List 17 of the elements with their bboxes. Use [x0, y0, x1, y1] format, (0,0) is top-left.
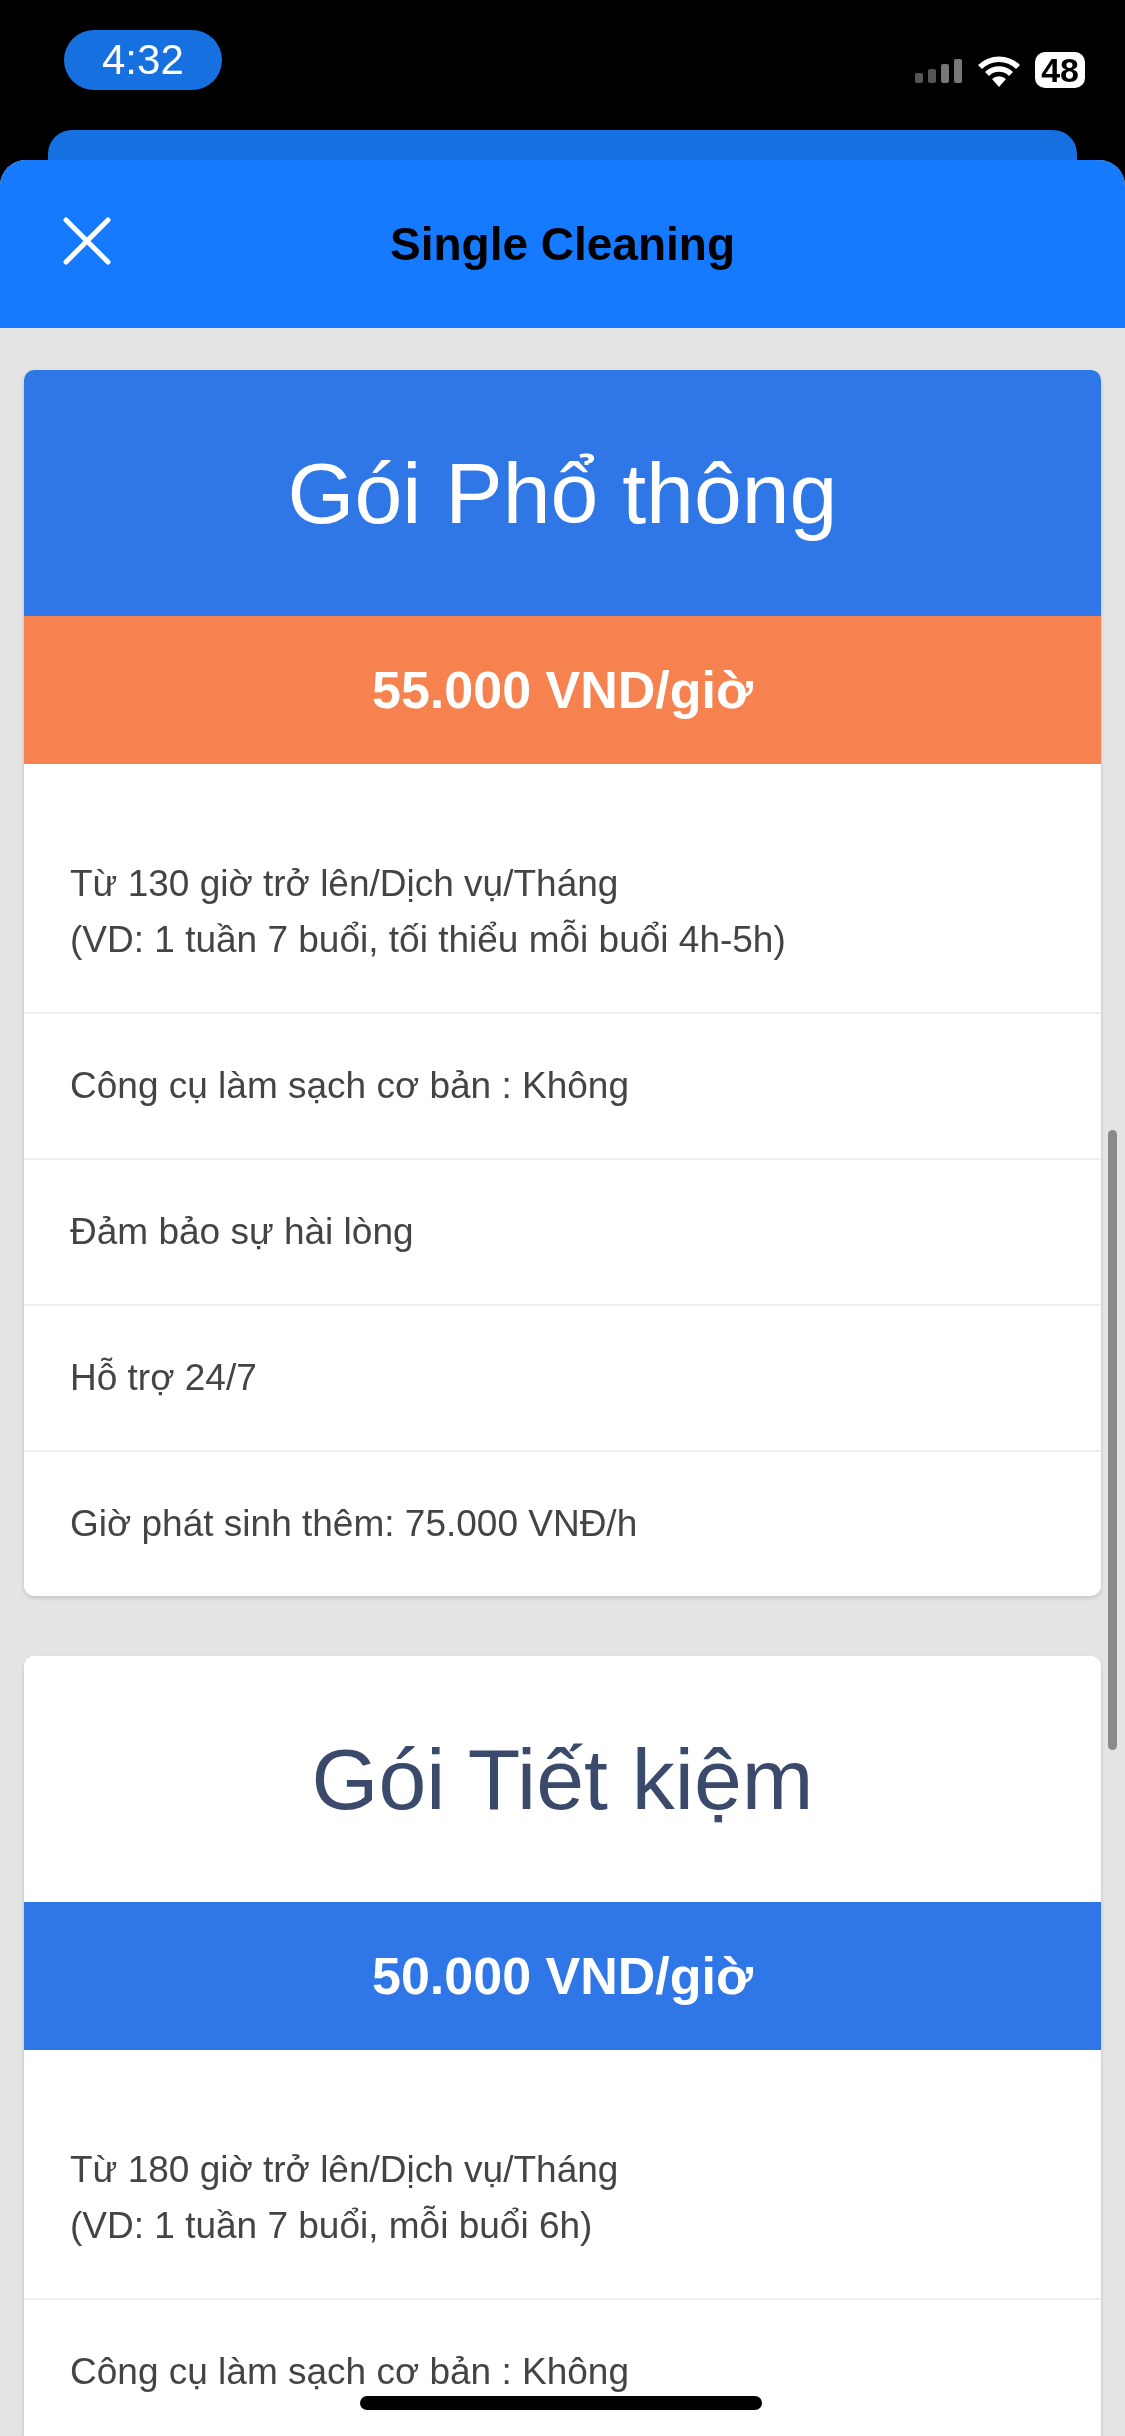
- feature-text: Từ 180 giờ trở lên/Dịch vụ/Tháng (VD: 1 tuần 7 buổi, mỗi buổi 6h): [70, 2148, 620, 2248]
- feature-text: Công cụ làm sạch cơ bản : Không: [70, 1064, 631, 1108]
- signal-icon: [915, 57, 964, 83]
- plan-price: 50.000 VND/giờ: [24, 1902, 1101, 2050]
- screen-title: Single Cleaning: [389, 217, 735, 271]
- plan-price: 55.000 VND/giờ: [24, 616, 1101, 764]
- plan-title: Gói Tiết kiệm: [24, 1656, 1101, 1902]
- feature-text: Công cụ làm sạch cơ bản : Không: [70, 2350, 631, 2394]
- feature-text: Hỗ trợ 24/7: [70, 1356, 258, 1400]
- feature-text: Từ 130 giờ trở lên/Dịch vụ/Tháng (VD: 1 tuần 7 buổi, tối thiểu mỗi buổi 4h-5h): [70, 862, 787, 962]
- battery-level: 48: [1035, 52, 1085, 88]
- status-time: 4:32: [64, 30, 222, 90]
- close-icon[interactable]: [62, 216, 112, 266]
- feature-text: Giờ phát sinh thêm: 75.000 VNĐ/h: [70, 1502, 639, 1546]
- wifi-icon: [977, 53, 1022, 87]
- plan-title: Gói Phổ thông: [24, 370, 1101, 616]
- feature-text: Đảm bảo sự hài lòng: [70, 1210, 415, 1254]
